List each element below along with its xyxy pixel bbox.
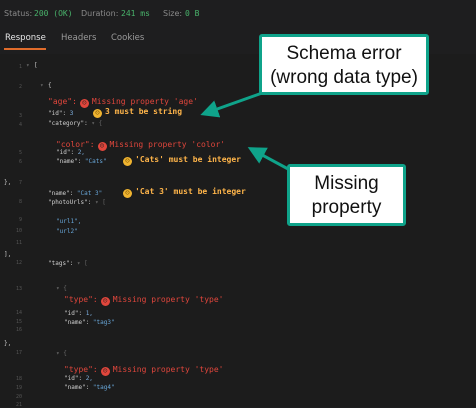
missing-property-callout: Missing property bbox=[287, 164, 406, 226]
schema-error-callout-text: Schema error (wrong data type) bbox=[270, 43, 418, 88]
missing-property-callout-text: Missing property bbox=[311, 173, 382, 218]
missing-property-arrow bbox=[247, 147, 291, 172]
schema-error-arrow bbox=[200, 90, 266, 118]
schema-error-callout: Schema error (wrong data type) bbox=[259, 34, 429, 95]
